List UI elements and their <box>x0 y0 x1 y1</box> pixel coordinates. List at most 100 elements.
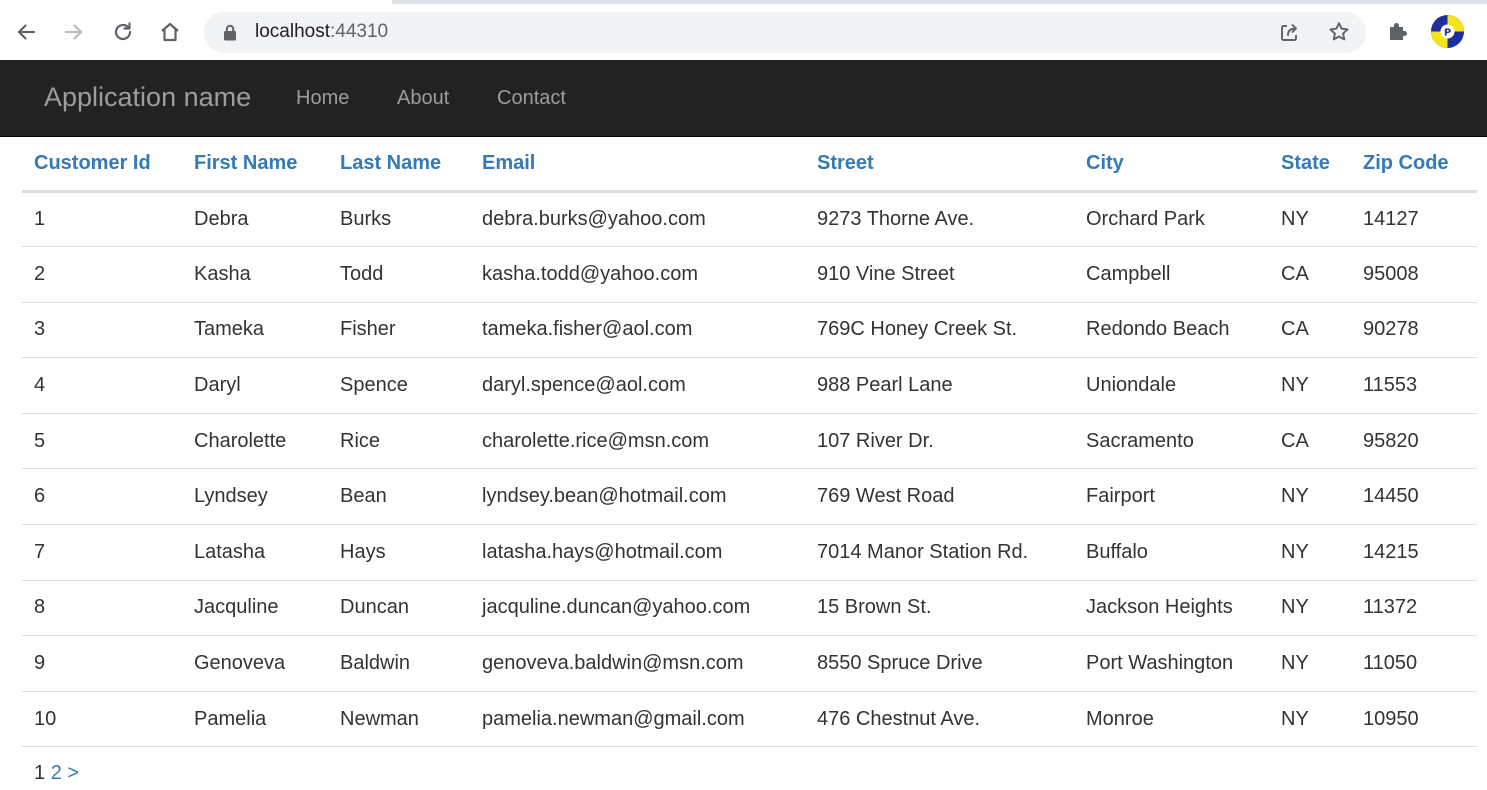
column-header-city[interactable]: City <box>1074 137 1269 193</box>
cell-first-name: Tameka <box>182 302 328 359</box>
nav-link-contact[interactable]: Contact <box>497 87 566 110</box>
cell-last-name: Bean <box>328 468 470 526</box>
address-url[interactable]: localhost:44310 <box>255 21 388 43</box>
cell-city: Campbell <box>1074 246 1269 303</box>
cell-zip-code: 95008 <box>1351 246 1477 303</box>
cell-email: daryl.spence@aol.com <box>470 357 805 414</box>
cell-state: NY <box>1269 524 1351 581</box>
cell-state: NY <box>1269 580 1351 637</box>
nav-link-home[interactable]: Home <box>296 87 349 110</box>
cell-email: genoveva.baldwin@msn.com <box>470 635 805 692</box>
cell-email: jacquline.duncan@yahoo.com <box>470 580 805 637</box>
table-row: 1 Debra Burks debra.burks@yahoo.com 9273 Tho… <box>22 191 1477 248</box>
cell-street: 988 Pearl Lane <box>805 357 1074 414</box>
cell-state: CA <box>1269 413 1351 470</box>
table-row: 2 Kasha Todd kasha.todd@yahoo.com 910 Vine S… <box>22 246 1477 303</box>
column-header-email[interactable]: Email <box>470 137 805 193</box>
cell-zip-code: 95820 <box>1351 413 1477 470</box>
brand-link[interactable]: Application name <box>44 82 251 113</box>
cell-zip-code: 10950 <box>1351 691 1477 748</box>
cell-zip-code: 11050 <box>1351 635 1477 692</box>
cell-street: 7014 Manor Station Rd. <box>805 524 1074 581</box>
cell-last-name: Todd <box>328 246 470 303</box>
star-icon[interactable] <box>1327 20 1351 49</box>
table-row: 10 Pamelia Newman pamelia.newman@gmail.com 4… <box>22 691 1477 748</box>
cell-first-name: Lyndsey <box>182 468 328 526</box>
cell-email: debra.burks@yahoo.com <box>470 191 805 248</box>
cell-city: Uniondale <box>1074 357 1269 414</box>
table-row: 4 Daryl Spence daryl.spence@aol.com 988 Pear… <box>22 357 1477 414</box>
column-header-last-name[interactable]: Last Name <box>328 137 470 193</box>
column-header-zip-code[interactable]: Zip Code <box>1351 137 1477 193</box>
profile-avatar[interactable]: P <box>1431 15 1464 48</box>
extensions-icon[interactable] <box>1386 18 1412 49</box>
cell-city: Fairport <box>1074 468 1269 526</box>
table-body: 1 Debra Burks debra.burks@yahoo.com 9273 Tho… <box>22 191 1477 748</box>
cell-city: Jackson Heights <box>1074 580 1269 637</box>
cell-last-name: Fisher <box>328 302 470 359</box>
page-next-link[interactable]: > <box>67 762 79 784</box>
page-current: 1 <box>34 762 46 784</box>
app-navbar: Application name Home About Contact <box>0 60 1487 137</box>
tab-strip-line <box>392 0 1487 4</box>
tab-strip <box>0 0 1487 5</box>
cell-customer-id: 8 <box>22 580 182 637</box>
customers-table: Customer Id First Name Last Name Email S… <box>22 137 1477 748</box>
header-row: Customer Id First Name Last Name Email S… <box>22 137 1477 193</box>
column-header-first-name[interactable]: First Name <box>182 137 328 193</box>
cell-state: NY <box>1269 191 1351 248</box>
cell-customer-id: 9 <box>22 635 182 692</box>
cell-email: charolette.rice@msn.com <box>470 413 805 470</box>
cell-customer-id: 7 <box>22 524 182 581</box>
cell-last-name: Hays <box>328 524 470 581</box>
column-header-customer-id[interactable]: Customer Id <box>22 137 182 193</box>
url-host: localhost <box>255 21 330 42</box>
cell-customer-id: 3 <box>22 302 182 359</box>
home-icon[interactable] <box>153 15 187 49</box>
cell-street: 769 West Road <box>805 468 1074 526</box>
cell-zip-code: 11372 <box>1351 580 1477 637</box>
cell-first-name: Charolette <box>182 413 328 470</box>
address-bar[interactable]: localhost:44310 <box>204 12 1366 53</box>
cell-customer-id: 4 <box>22 357 182 414</box>
cell-email: pamelia.newman@gmail.com <box>470 691 805 748</box>
cell-zip-code: 14215 <box>1351 524 1477 581</box>
cell-city: Monroe <box>1074 691 1269 748</box>
cell-city: Port Washington <box>1074 635 1269 692</box>
pagination: 1 2 > <box>34 762 79 785</box>
cell-email: tameka.fisher@aol.com <box>470 302 805 359</box>
cell-first-name: Pamelia <box>182 691 328 748</box>
cell-state: CA <box>1269 246 1351 303</box>
cell-last-name: Burks <box>328 191 470 248</box>
column-header-street[interactable]: Street <box>805 137 1074 193</box>
table-header: Customer Id First Name Last Name Email S… <box>22 137 1477 193</box>
nav-link-about[interactable]: About <box>397 87 449 110</box>
cell-last-name: Baldwin <box>328 635 470 692</box>
column-header-state[interactable]: State <box>1269 137 1351 193</box>
table-row: 9 Genoveva Baldwin genoveva.baldwin@msn.com… <box>22 635 1477 692</box>
cell-first-name: Genoveva <box>182 635 328 692</box>
share-icon[interactable] <box>1278 21 1301 49</box>
table-row: 8 Jacquline Duncan jacquline.duncan@yahoo.c… <box>22 580 1477 637</box>
table-row: 5 Charolette Rice charolette.rice@msn.com 10… <box>22 413 1477 470</box>
cell-city: Orchard Park <box>1074 191 1269 248</box>
reload-icon[interactable] <box>106 15 140 49</box>
cell-state: NY <box>1269 635 1351 692</box>
cell-last-name: Duncan <box>328 580 470 637</box>
table-row: 7 Latasha Hays latasha.hays@hotmail.com 7014… <box>22 524 1477 581</box>
lock-icon[interactable] <box>223 24 237 46</box>
cell-customer-id: 1 <box>22 191 182 248</box>
cell-state: CA <box>1269 302 1351 359</box>
cell-zip-code: 14127 <box>1351 191 1477 248</box>
table-row: 3 Tameka Fisher tameka.fisher@aol.com 769C H… <box>22 302 1477 359</box>
back-icon[interactable] <box>9 15 43 49</box>
cell-first-name: Kasha <box>182 246 328 303</box>
forward-icon[interactable] <box>57 15 91 49</box>
cell-state: NY <box>1269 357 1351 414</box>
cell-street: 910 Vine Street <box>805 246 1074 303</box>
cell-state: NY <box>1269 468 1351 526</box>
cell-customer-id: 10 <box>22 691 182 748</box>
page-link-2[interactable]: 2 <box>51 762 62 784</box>
cell-last-name: Newman <box>328 691 470 748</box>
cell-email: lyndsey.bean@hotmail.com <box>470 468 805 526</box>
